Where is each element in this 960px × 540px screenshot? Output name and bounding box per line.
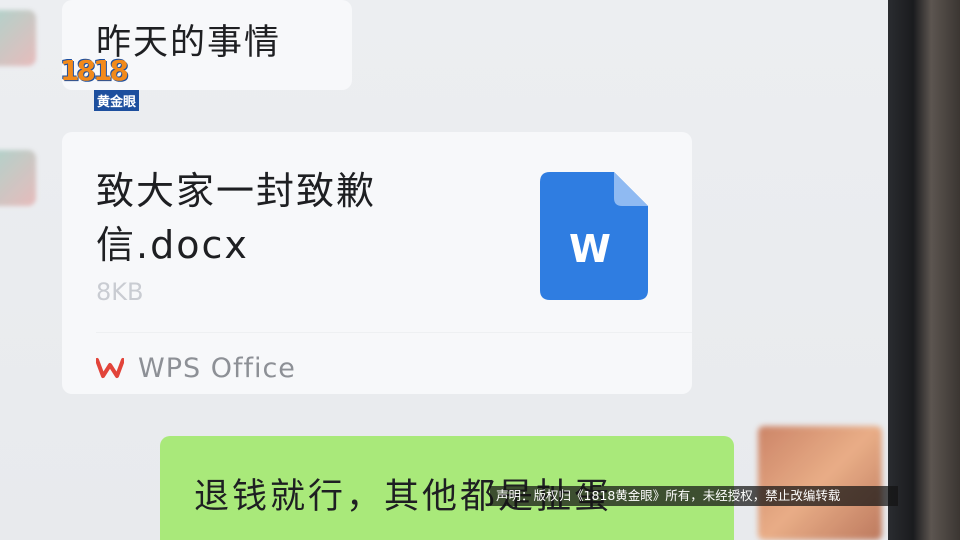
doc-icon-letter: W <box>569 227 611 271</box>
channel-logo-tag: 黄金眼 <box>94 90 140 111</box>
wps-logo-icon <box>96 358 124 378</box>
channel-logo-number: 1818 <box>60 54 129 87</box>
channel-logo: 1818 黄金眼 <box>60 54 144 111</box>
file-name: 致大家一封致歉信.docx <box>96 169 377 267</box>
card-divider <box>96 332 692 333</box>
phone-bezel <box>888 0 960 540</box>
my-avatar[interactable] <box>758 426 882 540</box>
contact-avatar[interactable] <box>0 10 36 66</box>
file-size: 8KB <box>96 278 144 306</box>
file-message-card[interactable]: 致大家一封致歉信.docx 8KB W WPS Office <box>62 132 692 394</box>
source-app-row: WPS Office <box>96 348 296 388</box>
contact-avatar[interactable] <box>0 150 36 206</box>
word-document-icon: W <box>540 172 648 300</box>
source-app-name: WPS Office <box>138 352 296 384</box>
copyright-disclaimer: 声明：版权归《1818黄金眼》所有，未经授权，禁止改编转载 <box>490 486 898 506</box>
